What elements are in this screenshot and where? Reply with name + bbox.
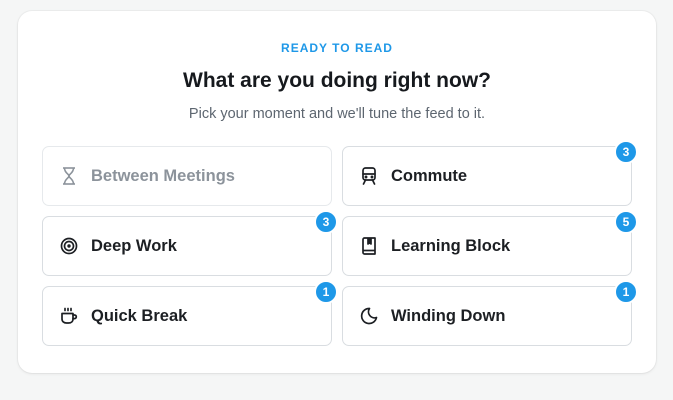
option-winding-down[interactable]: Winding Down 1 xyxy=(342,280,638,346)
book-icon xyxy=(360,237,378,255)
option-label: Deep Work xyxy=(91,236,177,255)
options-grid: Between Meetings Commute 3 Deep Work 3 L… xyxy=(42,140,638,346)
hourglass-icon xyxy=(60,167,78,185)
count-badge: 1 xyxy=(314,280,338,304)
page-subtitle: Pick your moment and we'll tune the feed… xyxy=(188,106,486,122)
option-label: Learning Block xyxy=(391,236,511,255)
option-commute[interactable]: Commute 3 xyxy=(342,140,638,206)
option-quick-break[interactable]: Quick Break 1 xyxy=(42,280,338,346)
option-label: Winding Down xyxy=(391,306,506,325)
moon-icon xyxy=(360,307,378,325)
option-between-meetings: Between Meetings xyxy=(42,146,332,206)
count-badge: 3 xyxy=(314,210,338,234)
option-label: Quick Break xyxy=(91,306,188,325)
moment-picker-card: READY TO READ What are you doing right n… xyxy=(18,11,656,373)
option-learning-block[interactable]: Learning Block 5 xyxy=(342,210,638,276)
page-title: What are you doing right now? xyxy=(183,69,491,92)
option-label: Commute xyxy=(391,166,468,185)
count-badge: 1 xyxy=(614,280,638,304)
count-badge: 5 xyxy=(614,210,638,234)
count-badge: 3 xyxy=(614,140,638,164)
eyebrow-label: READY TO READ xyxy=(281,41,393,55)
coffee-cup-icon xyxy=(60,307,78,325)
train-icon xyxy=(360,167,378,185)
target-icon xyxy=(60,237,78,255)
option-label: Between Meetings xyxy=(91,166,235,185)
option-deep-work[interactable]: Deep Work 3 xyxy=(42,210,338,276)
